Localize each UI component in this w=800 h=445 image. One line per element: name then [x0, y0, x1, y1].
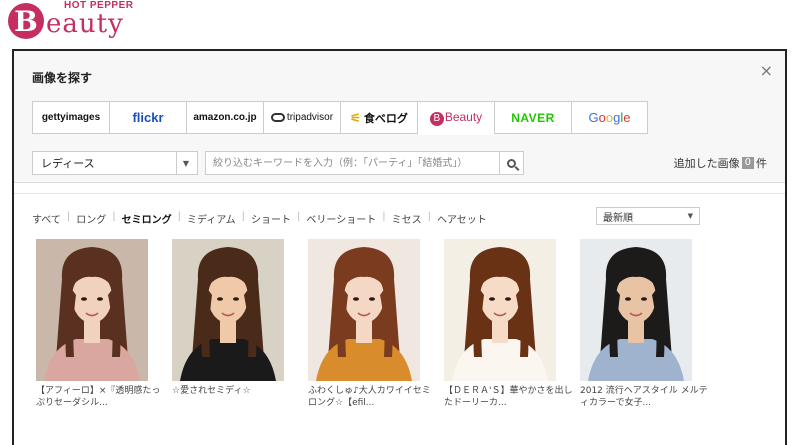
result-card[interactable]: 【ＤＥＲＡ'Ｓ】華やかさを出したドーリーカ... — [444, 239, 580, 409]
category-separator: | — [382, 211, 386, 222]
tab-naver[interactable]: NAVER — [494, 101, 571, 134]
result-thumbnail[interactable] — [444, 239, 556, 381]
category-separator: | — [241, 211, 246, 222]
category-filter[interactable]: セミロング — [122, 211, 172, 226]
owl-icon — [270, 112, 285, 122]
added-count: 0 — [741, 157, 754, 169]
brand-logo[interactable]: B HOT PEPPER eauty — [8, 0, 133, 40]
category-separator: | — [66, 211, 71, 222]
keyword-search-input[interactable] — [205, 151, 500, 175]
category-separator: | — [177, 211, 182, 222]
beauty-badge-icon: B — [429, 112, 444, 126]
category-select[interactable]: レディース ▼ — [32, 151, 198, 175]
category-filter[interactable]: ベリーショート — [306, 211, 376, 226]
category-filter[interactable]: ロング — [76, 211, 106, 226]
brand-badge: B — [8, 3, 44, 39]
results-grid: 【アフィーロ】×『透明感たっぷりセーダシル... ☆愛されセミディ☆ ふわくしゅ♪大… — [36, 239, 716, 409]
tab-amazon[interactable]: amazon.co.jp — [186, 101, 263, 134]
modal-title: 画像を探す — [32, 71, 93, 85]
chevron-down-icon: ▼ — [175, 152, 189, 174]
category-filter[interactable]: ミセス — [392, 211, 422, 226]
tab-beauty[interactable]: B Beauty — [417, 101, 494, 135]
tab-tabelog[interactable]: ⚟ 食べログ — [340, 101, 417, 134]
divider — [14, 193, 785, 194]
result-card[interactable]: 【アフィーロ】×『透明感たっぷりセーダシル... — [36, 239, 172, 409]
category-filter[interactable]: すべて — [32, 211, 61, 226]
category-filter[interactable]: ショート — [251, 211, 291, 226]
image-search-modal: 画像を探す × gettyimages flickr amazon.co.jp … — [12, 49, 787, 445]
result-caption: ☆愛されセミディ☆ — [172, 386, 251, 396]
result-card[interactable]: ふわくしゅ♪大人カワイイセミロング☆【efil... — [308, 239, 444, 409]
result-caption: 2012 流行ヘアスタイル メルティカラーで女子... — [580, 386, 708, 408]
portrait-image — [308, 239, 420, 381]
close-icon[interactable]: × — [760, 61, 773, 80]
google-logo: Google — [588, 110, 631, 125]
category-separator: | — [297, 211, 301, 222]
portrait-image — [444, 239, 556, 381]
sort-select[interactable]: 最新順 ▼ — [596, 207, 700, 225]
result-card[interactable]: 2012 流行ヘアスタイル メルティカラーで女子... — [580, 239, 716, 409]
added-images-counter: 追加した画像 0 件 — [673, 157, 767, 170]
tab-getty[interactable]: gettyimages — [32, 101, 109, 134]
search-row: レディース ▼ — [32, 151, 524, 175]
category-filter[interactable]: ミディアム — [187, 211, 236, 226]
chevron-down-icon: ▼ — [687, 212, 693, 220]
tabelog-icon: ⚟ — [350, 110, 361, 125]
search-icon — [507, 158, 516, 168]
search-button[interactable] — [500, 151, 524, 175]
category-separator: | — [427, 211, 431, 222]
result-caption: ふわくしゅ♪大人カワイイセミロング☆【efil... — [308, 386, 431, 408]
category-filters: すべて | ロング | セミロング | ミディアム | ショート | ベリーショート | ミセス | ヘアセ… — [32, 211, 487, 226]
result-thumbnail[interactable] — [308, 239, 420, 381]
modal-header: 画像を探す × — [14, 51, 785, 101]
tab-tripadvisor[interactable]: tripadvisor — [263, 101, 340, 134]
source-tabs: gettyimages flickr amazon.co.jp tripadvi… — [32, 101, 648, 135]
portrait-image — [36, 239, 148, 381]
result-caption: 【ＤＥＲＡ'Ｓ】華やかさを出したドーリーカ... — [444, 386, 573, 408]
portrait-image — [172, 239, 284, 381]
tab-flickr[interactable]: flickr — [109, 101, 186, 134]
result-card[interactable]: ☆愛されセミディ☆ — [172, 239, 308, 409]
result-thumbnail[interactable] — [172, 239, 284, 381]
result-caption: 【アフィーロ】×『透明感たっぷりセーダシル... — [36, 386, 161, 408]
brand-word: eauty — [46, 9, 124, 39]
category-filter[interactable]: ヘアセット — [437, 211, 487, 226]
category-separator: | — [112, 211, 116, 222]
result-thumbnail[interactable] — [36, 239, 148, 381]
portrait-image — [580, 239, 692, 381]
result-thumbnail[interactable] — [580, 239, 692, 381]
tab-google[interactable]: Google — [571, 101, 648, 134]
